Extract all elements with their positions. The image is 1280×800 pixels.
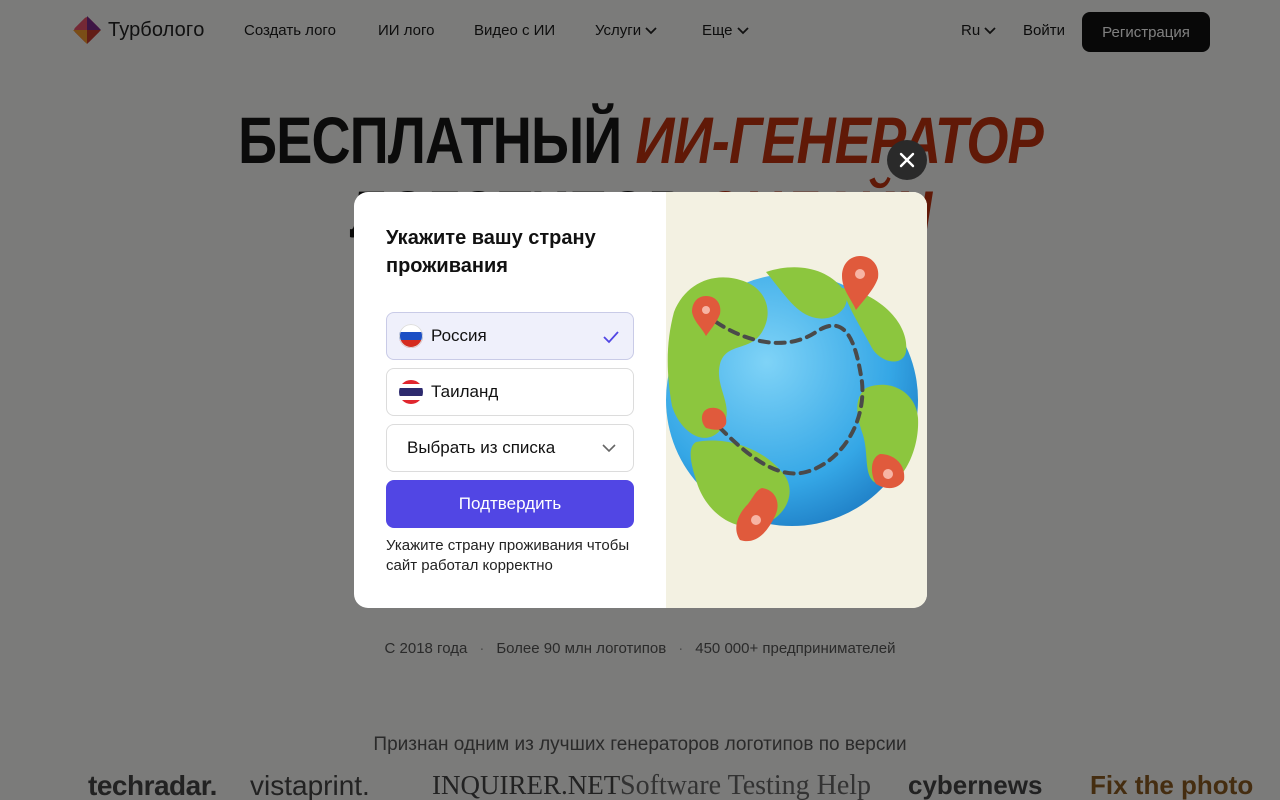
country-option-russia[interactable]: Россия (386, 312, 634, 360)
russia-flag-icon (399, 324, 423, 348)
country-form: Укажите вашу страну проживания Россия Та… (354, 192, 666, 608)
country-select-dropdown[interactable]: Выбрать из списка (386, 424, 634, 472)
close-icon (899, 152, 915, 168)
modal-hint: Укажите страну проживания чтобы сайт раб… (386, 537, 630, 574)
checkmark-icon (603, 331, 619, 344)
globe-illustration (666, 192, 927, 608)
globe-icon (666, 256, 919, 542)
country-option-label: Россия (431, 326, 487, 345)
modal-title: Укажите вашу страну проживания (386, 227, 596, 277)
confirm-button[interactable]: Подтвердить (386, 480, 634, 528)
chevron-down-icon (602, 444, 616, 453)
country-select-placeholder: Выбрать из списка (407, 438, 556, 457)
thailand-flag-icon (399, 380, 423, 404)
close-button[interactable] (887, 140, 927, 180)
country-modal: Укажите вашу страну проживания Россия Та… (354, 192, 927, 608)
country-option-thailand[interactable]: Таиланд (386, 368, 634, 416)
country-option-label: Таиланд (431, 382, 499, 401)
